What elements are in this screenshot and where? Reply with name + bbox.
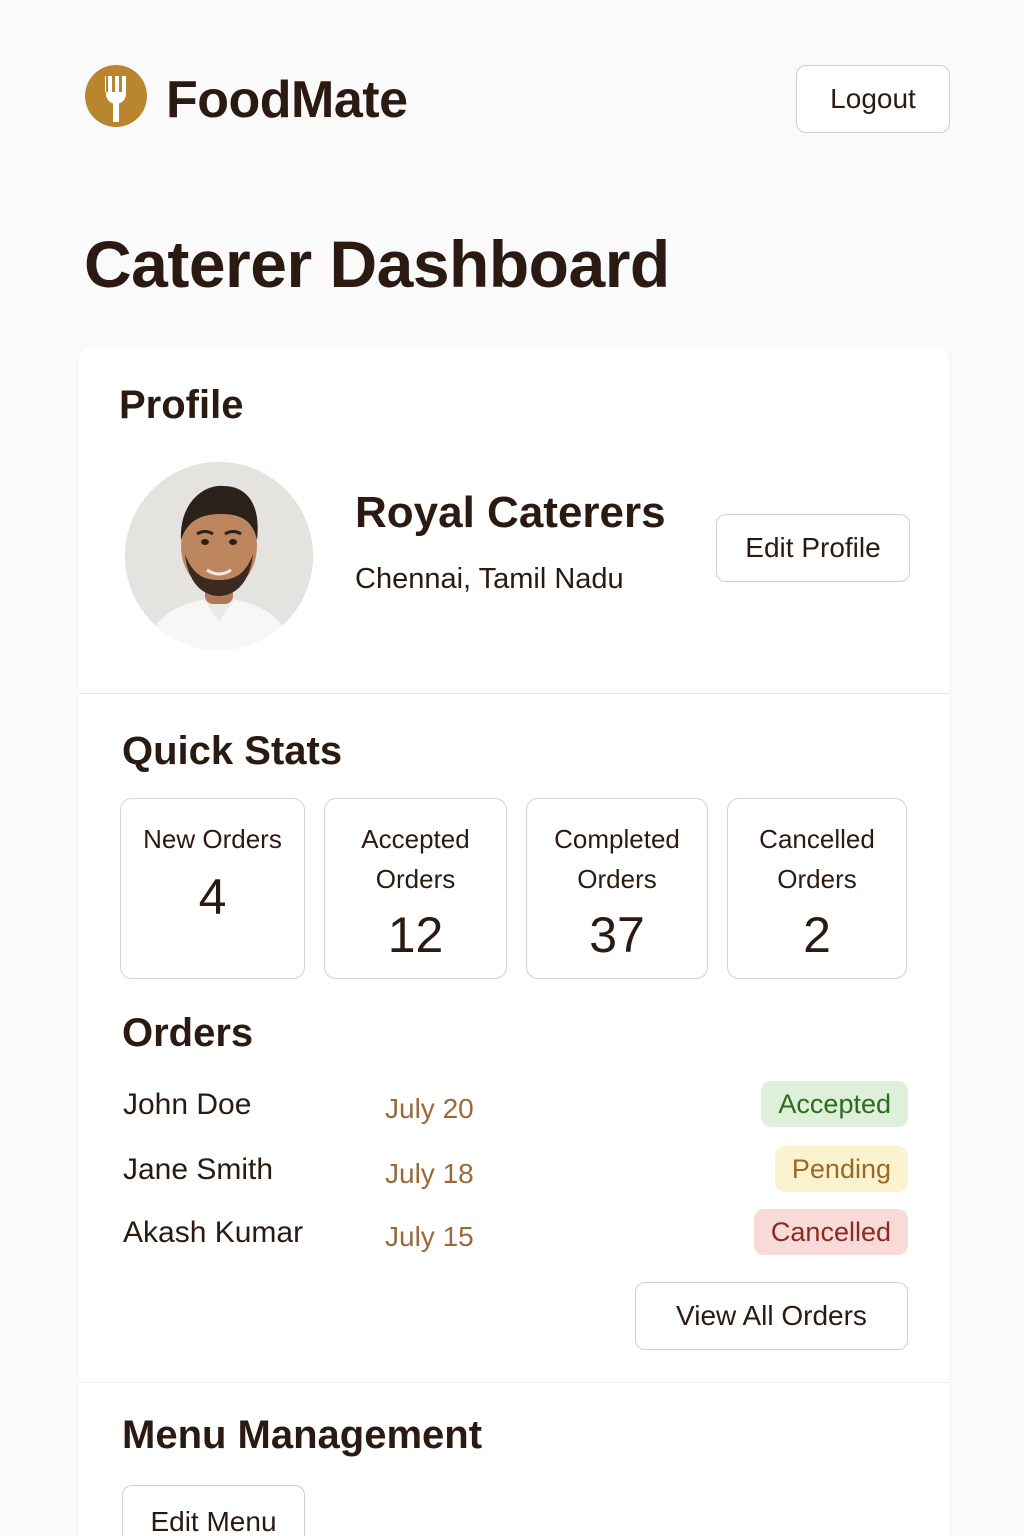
dashboard-card: Profile Royal Caterers Chennai, Tamil Na… [79, 347, 949, 1536]
stat-value: 37 [589, 907, 645, 963]
section-divider [79, 693, 949, 694]
stat-label: Accepted Orders [361, 824, 470, 894]
fork-logo-icon [84, 64, 148, 128]
table-row[interactable]: Jane Smith July 18 Pending [123, 1146, 908, 1196]
business-location: Chennai, Tamil Nadu [355, 563, 624, 595]
table-row[interactable]: John Doe July 20 Accepted [123, 1081, 908, 1131]
table-row[interactable]: Akash Kumar July 15 Cancelled [123, 1209, 908, 1259]
quick-stats-title: Quick Stats [122, 729, 343, 773]
view-all-orders-button[interactable]: View All Orders [635, 1282, 908, 1350]
stat-card-accepted-orders: Accepted Orders 12 [324, 798, 507, 979]
stat-card-new-orders: New Orders 4 [120, 798, 305, 979]
stat-label: Completed Orders [554, 824, 680, 894]
stat-value: 4 [198, 869, 227, 925]
order-date: July 15 [385, 1221, 474, 1252]
stat-value: 2 [803, 907, 831, 963]
brand-name: FoodMate [166, 71, 408, 129]
status-badge: Pending [774, 1146, 908, 1192]
order-customer-name: John Doe [123, 1088, 252, 1121]
stat-label: Cancelled Orders [759, 824, 875, 894]
status-badge: Accepted [761, 1081, 908, 1127]
menu-management-title: Menu Management [122, 1413, 483, 1457]
edit-profile-button[interactable]: Edit Profile [716, 514, 910, 582]
order-date: July 18 [385, 1158, 474, 1189]
page-title: Caterer Dashboard [84, 227, 670, 301]
edit-menu-button[interactable]: Edit Menu [122, 1485, 305, 1536]
stat-card-completed-orders: Completed Orders 37 [526, 798, 708, 979]
order-date: July 20 [385, 1093, 474, 1124]
order-customer-name: Jane Smith [123, 1153, 274, 1186]
status-badge: Cancelled [753, 1209, 908, 1255]
stat-label: New Orders [143, 824, 282, 854]
avatar [125, 462, 313, 650]
stat-value: 12 [387, 907, 444, 963]
section-divider [79, 1382, 949, 1383]
top-header: FoodMate Logout [84, 62, 950, 136]
logout-button[interactable]: Logout [796, 65, 950, 133]
order-customer-name: Akash Kumar [123, 1216, 304, 1249]
orders-section-title: Orders [122, 1011, 254, 1055]
business-name: Royal Caterers [355, 488, 666, 537]
caterer-dashboard-page: FoodMate Logout Caterer Dashboard Profil… [0, 0, 1024, 1536]
stat-card-cancelled-orders: Cancelled Orders 2 [727, 798, 907, 979]
profile-section-title: Profile [119, 383, 244, 427]
